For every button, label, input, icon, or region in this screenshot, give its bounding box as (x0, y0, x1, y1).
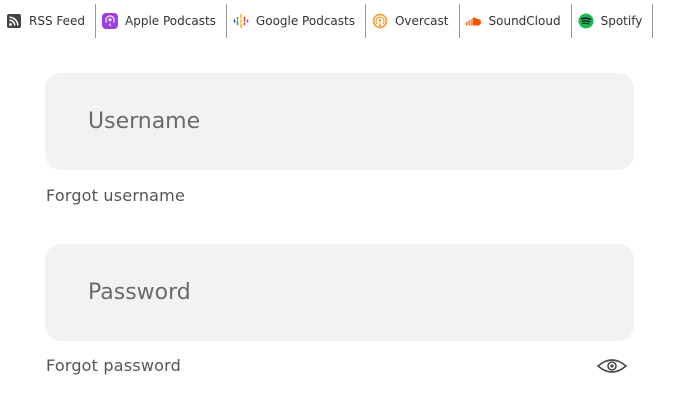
soundcloud-icon (465, 13, 482, 29)
nav-item-label: Google Podcasts (255, 14, 355, 28)
nav-item-google-podcasts[interactable]: Google Podcasts (227, 4, 366, 38)
apple-podcasts-icon (102, 13, 119, 29)
forgot-username-link[interactable]: Forgot username (46, 186, 185, 205)
nav-item-overcast[interactable]: Overcast (366, 4, 460, 38)
forgot-password-link[interactable]: Forgot password (46, 356, 181, 375)
podcast-subscribe-bar: RSS Feed Apple Podcasts Google Podcasts … (0, 4, 654, 38)
rss-icon (6, 13, 22, 29)
nav-item-rss-feed[interactable]: RSS Feed (0, 4, 97, 38)
show-password-toggle[interactable] (595, 359, 629, 377)
password-input[interactable] (45, 244, 634, 341)
spotify-icon (578, 13, 594, 29)
page: RSS Feed Apple Podcasts Google Podcasts … (0, 0, 700, 400)
username-input[interactable] (45, 73, 634, 170)
nav-item-label: Overcast (394, 14, 449, 28)
password-field-box (45, 244, 634, 341)
nav-item-soundcloud[interactable]: SoundCloud (460, 4, 572, 38)
nav-item-label: RSS Feed (29, 14, 86, 28)
username-field-box (45, 73, 634, 170)
nav-item-label: SoundCloud (488, 14, 561, 28)
nav-item-label: Apple Podcasts (125, 14, 216, 28)
eye-icon (596, 358, 628, 378)
nav-item-spotify[interactable]: Spotify (572, 4, 654, 38)
nav-item-label: Spotify (600, 14, 643, 28)
google-podcasts-icon (233, 13, 249, 29)
nav-item-apple-podcasts[interactable]: Apple Podcasts (96, 4, 227, 38)
overcast-icon (372, 13, 388, 29)
